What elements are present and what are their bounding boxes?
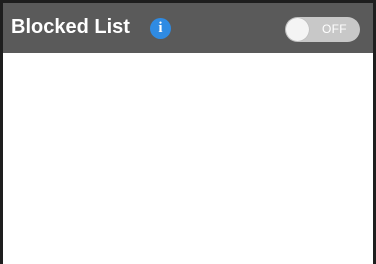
blocked-list-body [3,53,373,264]
panel-title: Blocked List [11,16,130,38]
info-icon[interactable]: i [150,18,171,39]
toggle-label: OFF [322,22,347,36]
toggle-knob [286,18,309,41]
blocked-list-toggle[interactable]: OFF [285,17,360,42]
blocked-list-panel: Blocked List i OFF [0,0,376,264]
panel-header: Blocked List i OFF [3,3,373,53]
